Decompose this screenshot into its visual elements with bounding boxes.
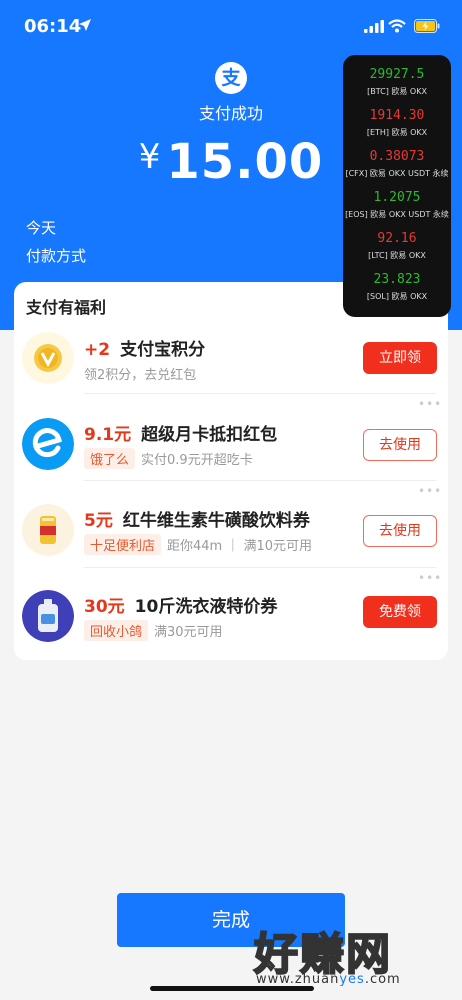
ticker-item: 23.823 [SOL] 欧易 OKX bbox=[343, 270, 451, 311]
offer-name: 支付宝积分 bbox=[120, 340, 206, 360]
offer-title: 9.1元 超级月卡抵扣红包 bbox=[84, 420, 277, 445]
watermark-url: www.zhuanyes.com bbox=[256, 972, 401, 987]
ticker-item: 1914.30 [ETH] 欧易 OKX bbox=[343, 106, 451, 147]
ticker-item: 29927.5 [BTC] 欧易 OKX bbox=[343, 65, 451, 106]
detergent-bottle-icon bbox=[22, 590, 74, 642]
ticker-item: 92.16 [LTC] 欧易 OKX bbox=[343, 229, 451, 270]
merchant-tag: 十足便利店 bbox=[84, 534, 162, 555]
watermark-url-highlight: yes bbox=[339, 972, 365, 987]
wifi-icon bbox=[388, 19, 406, 33]
merchant-tag: 饿了么 bbox=[84, 448, 136, 469]
ticker-label: [BTC] 欧易 OKX bbox=[367, 87, 427, 96]
payment-method-label[interactable]: 付款方式 bbox=[26, 245, 86, 266]
ticker-price: 29927.5 bbox=[369, 67, 425, 82]
offer-amount: +2 bbox=[84, 340, 111, 360]
offer-item-detergent[interactable]: 30元 10斤洗衣液特价券 回收小鸽 满30元可用 免费领 bbox=[14, 574, 448, 660]
offer-subtitle: 饿了么 实付0.9元开超吃卡 bbox=[84, 448, 253, 469]
redbull-can-icon bbox=[22, 504, 74, 556]
divider bbox=[84, 567, 436, 568]
offer-item-points[interactable]: +2 支付宝积分 领2积分，去兑红包 立即领 bbox=[14, 322, 448, 408]
offer-title: 5元 红牛维生素牛磺酸饮料券 bbox=[84, 506, 310, 531]
use-coupon-button[interactable]: 去使用 bbox=[363, 429, 437, 461]
offer-amount: 9.1元 bbox=[84, 425, 132, 445]
ticker-price: 23.823 bbox=[373, 272, 421, 287]
ticker-label: [ETH] 欧易 OKX bbox=[366, 128, 428, 137]
divider bbox=[84, 393, 436, 394]
benefits-title: 支付有福利 bbox=[26, 298, 107, 317]
ticker-label: [EOS] 欧易 OKX USDT 永续 bbox=[345, 210, 449, 219]
offer-desc: 距你44m ｜ 满10元可用 bbox=[167, 539, 313, 554]
offer-amount: 30元 bbox=[84, 597, 125, 617]
location-icon bbox=[79, 19, 91, 31]
benefits-card: 支付有福利 +2 支付宝积分 领2积分，去兑红包 立即领 ••• 9.1元 超级月卡… bbox=[14, 282, 448, 660]
offer-subtitle: 回收小鸽 满30元可用 bbox=[84, 620, 223, 641]
offer-name: 超级月卡抵扣红包 bbox=[141, 425, 278, 445]
ticker-item: 0.38073 [CFX] 欧易 OKX USDT 永续 bbox=[343, 147, 451, 188]
ticker-price: 1.2075 bbox=[373, 190, 421, 205]
watermark-url-suffix: .com bbox=[364, 972, 401, 987]
divider bbox=[84, 480, 436, 481]
offer-item-eleme[interactable]: 9.1元 超级月卡抵扣红包 饿了么 实付0.9元开超吃卡 去使用 bbox=[14, 402, 448, 488]
offer-subtitle: 十足便利店 距你44m ｜ 满10元可用 bbox=[84, 534, 312, 555]
use-coupon-button[interactable]: 去使用 bbox=[363, 515, 437, 547]
offer-name: 10斤洗衣液特价券 bbox=[134, 597, 278, 617]
amount-value: 15.00 bbox=[166, 134, 324, 190]
offer-name: 红牛维生素牛磺酸饮料券 bbox=[122, 511, 310, 531]
ticker-label: [SOL] 欧易 OKX bbox=[366, 292, 428, 301]
status-time: 06:14 bbox=[24, 16, 82, 37]
merchant-tag: 回收小鸽 bbox=[84, 620, 149, 641]
alipay-logo-icon: 支 bbox=[215, 62, 247, 94]
offer-desc: 满30元可用 bbox=[154, 625, 223, 640]
ticker-label: [CFX] 欧易 OKX USDT 永续 bbox=[345, 169, 449, 178]
currency-symbol: ¥ bbox=[138, 137, 161, 177]
crypto-ticker-widget[interactable]: 29927.5 [BTC] 欧易 OKX 1914.30 [ETH] 欧易 OK… bbox=[343, 55, 451, 317]
watermark-url-prefix: www.zhuan bbox=[256, 972, 340, 987]
home-indicator[interactable] bbox=[150, 986, 314, 991]
offer-amount: 5元 bbox=[84, 511, 113, 531]
offer-title: +2 支付宝积分 bbox=[84, 335, 205, 360]
battery-charging-icon bbox=[414, 19, 440, 33]
payment-date: 今天 bbox=[26, 219, 57, 237]
ticker-price: 0.38073 bbox=[369, 149, 425, 164]
points-coin-icon bbox=[22, 332, 74, 384]
offer-item-redbull[interactable]: 5元 红牛维生素牛磺酸饮料券 十足便利店 距你44m ｜ 满10元可用 去使用 bbox=[14, 488, 448, 574]
free-claim-button[interactable]: 免费领 bbox=[363, 596, 437, 628]
offer-desc: 领2积分，去兑红包 bbox=[84, 368, 197, 383]
ticker-price: 92.16 bbox=[377, 231, 417, 246]
ticker-label: [LTC] 欧易 OKX bbox=[368, 251, 426, 260]
offer-subtitle: 领2积分，去兑红包 bbox=[84, 364, 196, 383]
ticker-item: 1.2075 [EOS] 欧易 OKX USDT 永续 bbox=[343, 188, 451, 229]
offer-desc: 实付0.9元开超吃卡 bbox=[141, 453, 253, 468]
cellular-signal-icon bbox=[364, 20, 384, 33]
claim-now-button[interactable]: 立即领 bbox=[363, 342, 437, 374]
offer-title: 30元 10斤洗衣液特价券 bbox=[84, 592, 277, 617]
ticker-price: 1914.30 bbox=[369, 108, 425, 123]
eleme-logo-icon bbox=[22, 418, 74, 470]
status-bar: 06:14 bbox=[0, 0, 462, 54]
